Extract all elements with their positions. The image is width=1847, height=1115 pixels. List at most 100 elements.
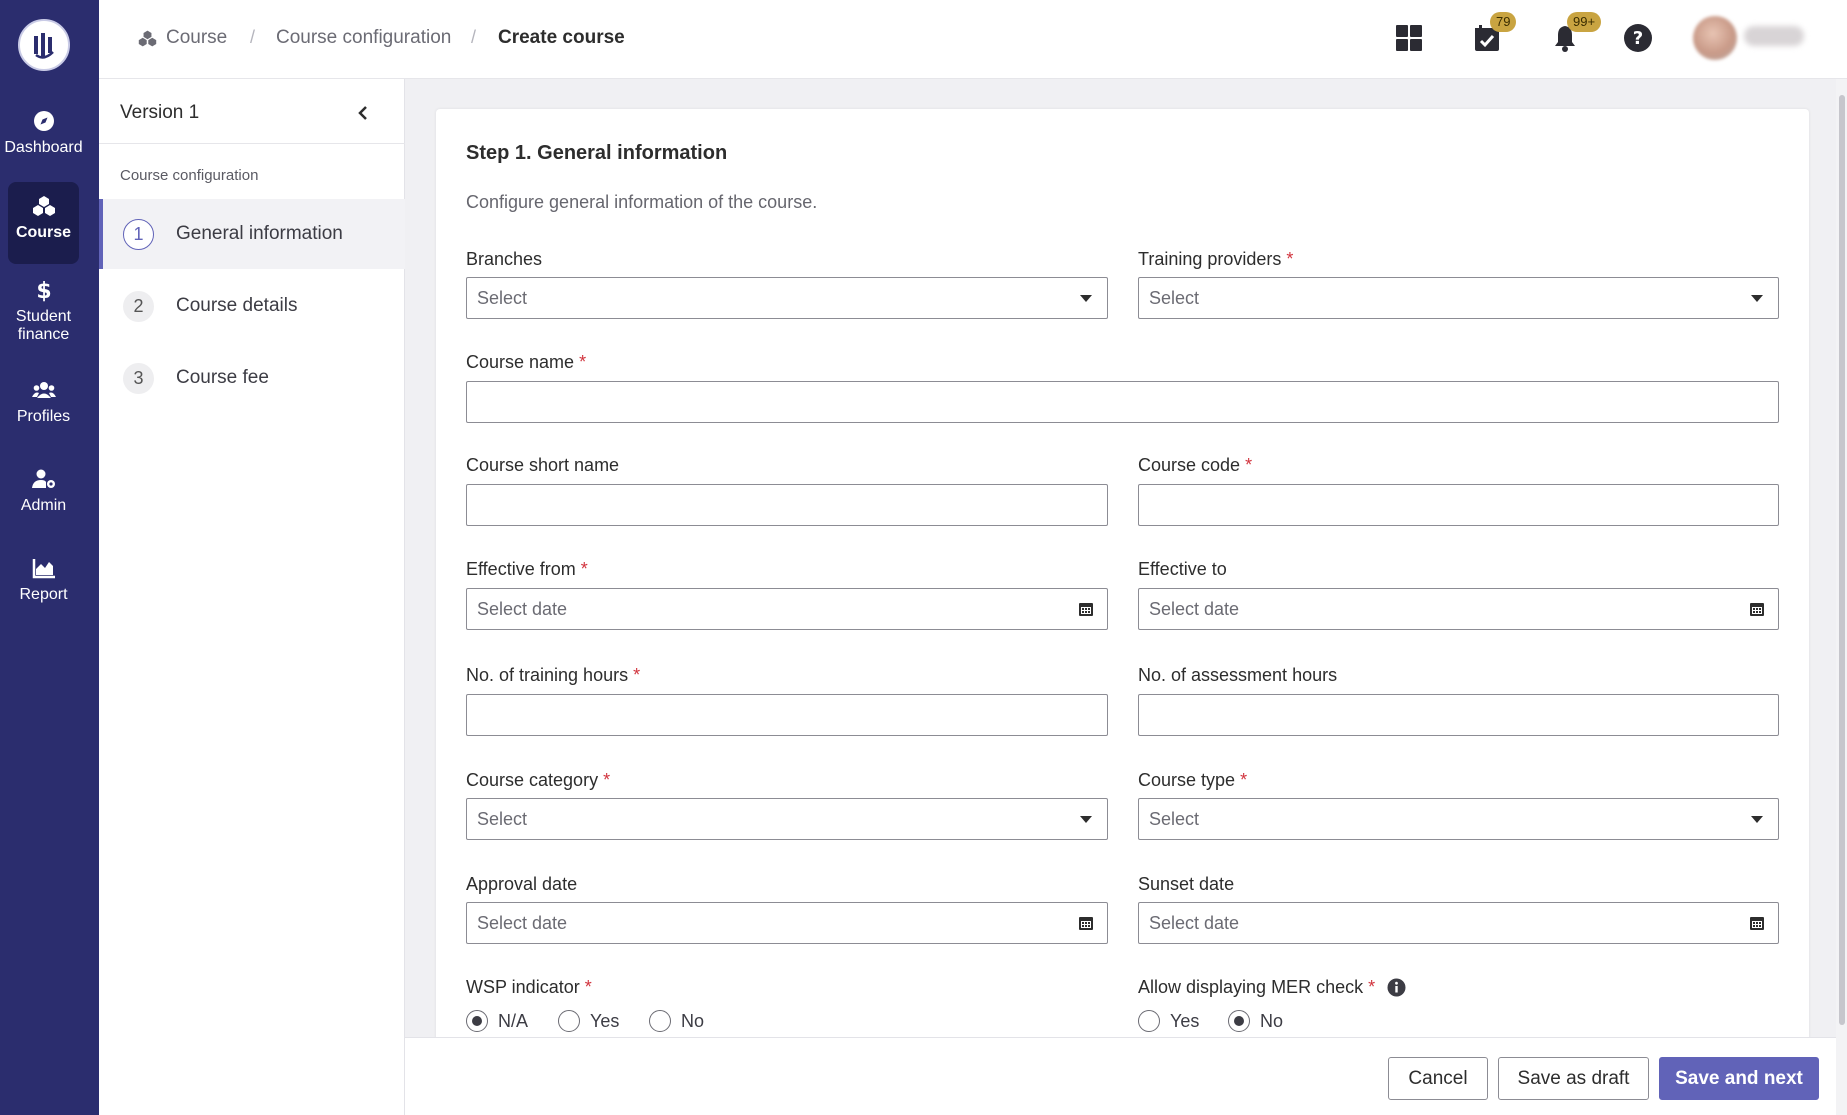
mer-check-label: Allow displaying MER check *	[1138, 977, 1376, 997]
mer-radio-yes[interactable]: Yes	[1138, 1010, 1199, 1032]
training-hours-label: No. of training hours *	[466, 665, 641, 685]
course-code-input[interactable]	[1138, 484, 1779, 526]
form-title: Step 1. General information	[466, 142, 728, 164]
calendar-icon	[1750, 603, 1764, 616]
version-panel: Version 1 Course configuration 1 General…	[99, 79, 405, 1115]
course-type-select[interactable]: Select	[1138, 798, 1779, 840]
notifications-count-badge: 99+	[1567, 12, 1602, 32]
nav-item-student-finance[interactable]: $ Student finance	[8, 266, 79, 344]
sunset-date-datepicker[interactable]: Select date	[1138, 902, 1779, 944]
training-providers-label: Training providers *	[1138, 249, 1294, 269]
radio-circle	[1138, 1010, 1160, 1032]
radio-circle	[649, 1010, 671, 1032]
nav-rail: Dashboard Course $ Student finance Profi…	[0, 0, 99, 1115]
course-category-label: Course category *	[466, 770, 611, 790]
save-next-button[interactable]: Save and next	[1659, 1057, 1819, 1100]
version-title: Version 1	[120, 102, 200, 123]
breadcrumb-course[interactable]: Course	[138, 27, 227, 49]
step-number: 2	[123, 290, 154, 322]
radio-circle	[466, 1010, 488, 1032]
user-menu[interactable]	[1744, 26, 1804, 46]
radio-circle	[558, 1010, 580, 1032]
form-description: Configure general information of the cou…	[466, 192, 818, 212]
app-logo[interactable]	[18, 19, 70, 71]
caret-down-icon	[1080, 295, 1092, 302]
breadcrumb-course-configuration[interactable]: Course configuration	[276, 27, 451, 49]
area-chart-icon	[32, 559, 55, 579]
nav-item-report[interactable]: Report	[8, 544, 79, 604]
effective-from-label: Effective from *	[466, 559, 588, 579]
nav-item-label: Course	[15, 224, 72, 241]
cancel-button[interactable]: Cancel	[1388, 1057, 1488, 1100]
effective-to-label: Effective to	[1138, 559, 1227, 579]
nav-item-dashboard[interactable]: Dashboard	[4, 97, 83, 157]
assessment-hours-label: No. of assessment hours	[1138, 665, 1338, 685]
save-draft-button[interactable]: Save as draft	[1498, 1057, 1649, 1100]
logo-icon	[34, 33, 54, 59]
nav-item-admin[interactable]: Admin	[8, 455, 79, 515]
step-number: 3	[123, 362, 154, 394]
branches-label: Branches	[466, 249, 543, 269]
scrollbar-thumb[interactable]	[1839, 95, 1845, 1025]
caret-down-icon	[1751, 816, 1763, 823]
wsp-radio-no[interactable]: No	[649, 1010, 704, 1032]
mer-radio-no[interactable]: No	[1228, 1010, 1283, 1032]
course-name-input[interactable]	[466, 381, 1779, 423]
grid-icon	[1396, 25, 1422, 51]
breadcrumb-separator: /	[471, 27, 477, 47]
breadcrumb-current: Create course	[498, 27, 625, 48]
svg-text:?: ?	[1633, 28, 1643, 49]
course-type-label: Course type *	[1138, 770, 1248, 790]
step-course-details[interactable]: 2 Course details	[99, 271, 405, 341]
apps-grid-button[interactable]	[1391, 20, 1427, 56]
nav-item-label: Report	[19, 586, 68, 603]
step-label: Course details	[176, 295, 298, 316]
assessment-hours-input[interactable]	[1138, 694, 1779, 736]
users-icon	[31, 382, 56, 398]
tasks-count-badge: 79	[1490, 12, 1517, 32]
training-providers-select[interactable]: Select	[1138, 277, 1779, 319]
dollar-icon: $	[36, 279, 51, 302]
step-number: 1	[123, 218, 154, 250]
user-avatar[interactable]	[1693, 16, 1737, 60]
step-label: Course fee	[176, 367, 269, 388]
course-code-label: Course code *	[1138, 455, 1253, 475]
nav-item-course[interactable]: Course	[8, 182, 79, 264]
cubes-icon	[138, 30, 157, 46]
section-heading: Course configuration	[120, 167, 259, 184]
nav-item-label: Profiles	[16, 408, 71, 425]
cubes-icon	[32, 196, 55, 216]
wsp-radio-yes[interactable]: Yes	[558, 1010, 619, 1032]
wsp-indicator-label: WSP indicator *	[466, 977, 592, 997]
approval-date-datepicker[interactable]: Select date	[466, 902, 1108, 944]
nav-item-label: Student finance	[15, 308, 72, 343]
step-general-information[interactable]: 1 General information	[99, 199, 405, 269]
wsp-radio-na[interactable]: N/A	[466, 1010, 528, 1032]
step-course-fee[interactable]: 3 Course fee	[99, 343, 405, 413]
chevron-left-icon[interactable]	[351, 101, 375, 125]
sunset-date-label: Sunset date	[1138, 874, 1235, 894]
nav-item-label: Admin	[20, 497, 67, 514]
approval-date-label: Approval date	[466, 874, 578, 894]
nav-item-profiles[interactable]: Profiles	[8, 366, 79, 426]
course-category-select[interactable]: Select	[466, 798, 1108, 840]
calendar-icon	[1079, 603, 1093, 616]
course-short-name-label: Course short name	[466, 455, 620, 475]
caret-down-icon	[1080, 816, 1092, 823]
breadcrumb-separator: /	[250, 27, 256, 47]
nav-item-label: Dashboard	[4, 139, 83, 156]
training-hours-input[interactable]	[466, 694, 1108, 736]
svg-text:$: $	[36, 279, 51, 302]
effective-to-datepicker[interactable]: Select date	[1138, 588, 1779, 630]
divider	[99, 143, 405, 144]
branches-select[interactable]: Select	[466, 277, 1108, 319]
course-name-label: Course name *	[466, 352, 587, 372]
caret-down-icon	[1751, 295, 1763, 302]
compass-icon	[33, 111, 54, 131]
course-short-name-input[interactable]	[466, 484, 1108, 526]
info-icon[interactable]	[1387, 978, 1406, 997]
user-cog-icon	[31, 469, 55, 488]
help-button[interactable]: ?	[1620, 20, 1656, 56]
effective-from-datepicker[interactable]: Select date	[466, 588, 1108, 630]
calendar-icon	[1079, 917, 1093, 930]
